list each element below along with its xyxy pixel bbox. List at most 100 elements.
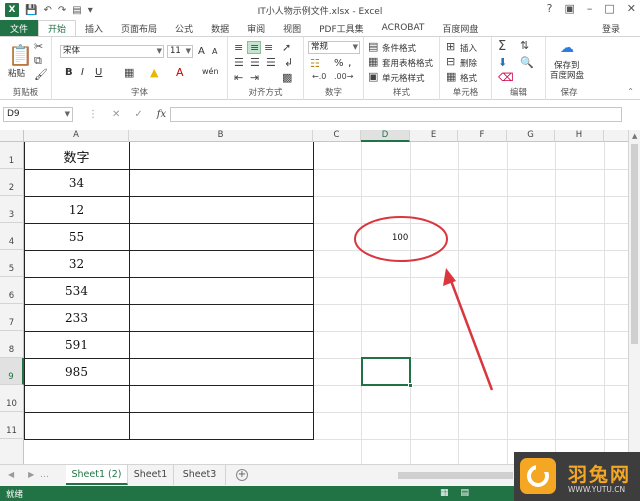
row-header-4[interactable]: 4 [0,223,24,250]
row-header-11[interactable]: 11 [0,412,24,439]
italic-button[interactable]: I [81,67,84,78]
conditional-format-button[interactable]: 条件格式 [382,42,416,54]
row-header-8[interactable]: 8 [0,331,24,358]
fill-icon[interactable]: ⬇ [498,56,507,69]
minimize-icon[interactable]: – [587,2,593,15]
sheet-tab-sheet3[interactable]: Sheet3 [174,465,226,485]
tab-file[interactable]: 文件 [0,20,38,36]
row-header-12[interactable] [0,439,24,464]
tab-pdf-tools[interactable]: PDF工具集 [310,20,373,36]
wrap-text-icon[interactable]: ↲ [284,56,293,69]
percent-button[interactable]: % [334,58,344,69]
hscroll-thumb[interactable] [398,472,513,479]
phonetic-button[interactable]: wén [202,67,219,76]
close-icon[interactable]: ✕ [627,2,636,15]
prev-sheet-icon[interactable]: ◀ [8,470,14,479]
undo-icon[interactable]: ↶ [43,5,51,16]
add-sheet-button[interactable]: + [236,469,248,481]
cancel-icon[interactable]: ✕ [112,109,120,120]
autosum-icon[interactable]: Σ [498,39,506,54]
row-header-10[interactable]: 10 [0,385,24,412]
save-icon[interactable]: 💾 [25,5,37,16]
increase-indent-icon[interactable]: ⇥ [250,71,259,84]
help-icon[interactable]: ? [547,2,553,15]
number-format-select[interactable]: 常规 ▼ [308,41,360,54]
formula-input[interactable] [170,107,622,122]
cell-styles-button[interactable]: 单元格样式 [382,72,425,84]
cell-a4[interactable]: 55 [24,230,129,244]
tab-data[interactable]: 数据 [202,20,238,36]
align-center-icon[interactable]: ☰ [250,56,260,69]
font-color-button[interactable]: A [176,66,184,79]
scroll-up-icon[interactable]: ▲ [632,132,637,140]
align-top-icon[interactable]: ≡ [234,41,243,54]
font-name-select[interactable]: 宋体 ▼ [60,45,164,58]
tab-view[interactable]: 视图 [274,20,310,36]
copy-icon[interactable]: ⧉ [34,54,42,68]
format-cells-button[interactable]: 格式 [460,72,477,84]
row-header-2[interactable]: 2 [0,169,24,196]
customize-qat-icon[interactable]: ▾ [88,5,93,16]
collapse-ribbon-icon[interactable]: ⌃ [627,87,634,96]
paste-label[interactable]: 粘贴 [8,67,25,79]
cell-a1[interactable]: 数字 [24,147,129,166]
cell-d4[interactable]: 100 [392,233,408,243]
cut-icon[interactable]: ✂ [34,40,43,53]
select-all-corner[interactable] [0,130,24,142]
row-header-7[interactable]: 7 [0,304,24,331]
merge-center-icon[interactable]: ▩ [282,71,292,84]
fill-handle[interactable] [408,383,413,388]
col-header-h[interactable]: H [555,130,604,142]
cell-a6[interactable]: 534 [24,284,129,298]
comma-button[interactable]: , [348,56,352,69]
tab-insert[interactable]: 插入 [76,20,112,36]
row-header-6[interactable]: 6 [0,277,24,304]
cell-a9[interactable]: 985 [24,365,129,379]
paste-icon[interactable]: 📋 [8,43,33,67]
clear-icon[interactable]: ⌫ [498,71,514,84]
col-header-g[interactable]: G [507,130,555,142]
format-as-table-button[interactable]: 套用表格格式 [382,57,433,69]
shrink-font-button[interactable]: A [212,47,217,56]
cell-a5[interactable]: 32 [24,257,129,271]
borders-icon[interactable]: ▦ [124,66,134,79]
row-header-1[interactable]: 1 [0,142,24,169]
col-header-c[interactable]: C [313,130,361,142]
tab-formulas[interactable]: 公式 [166,20,202,36]
sort-filter-icon[interactable]: ⇅ [520,39,529,52]
sheet-tab-sheet1-2[interactable]: Sheet1 (2) [66,465,128,485]
cell-a2[interactable]: 34 [24,176,129,190]
col-header-e[interactable]: E [410,130,458,142]
scroll-thumb[interactable] [631,144,638,344]
col-header-b[interactable]: B [129,130,313,142]
underline-button[interactable]: U [95,67,102,78]
cell-a7[interactable]: 233 [24,311,129,325]
login-link[interactable]: 登录 [602,22,620,35]
insert-cells-button[interactable]: 插入 [460,42,477,54]
name-box[interactable]: D9 ▼ [3,107,73,122]
decrease-indent-icon[interactable]: ⇤ [234,71,243,84]
enter-icon[interactable]: ✓ [134,109,142,120]
baidu-cloud-icon[interactable]: ☁ [560,40,574,56]
find-select-icon[interactable]: 🔍 [520,56,534,69]
tab-home[interactable]: 开始 [38,20,77,36]
insert-function-button[interactable]: fx [157,109,166,120]
sheet-tab-sheet1[interactable]: Sheet1 [128,465,174,485]
redo-icon[interactable]: ↷ [58,5,66,16]
format-painter-icon[interactable]: 🖌 [34,68,48,81]
cell-a3[interactable]: 12 [24,203,129,217]
more-sheets-icon[interactable]: … [40,470,49,480]
vertical-scrollbar[interactable]: ▲ ▼ [628,130,640,464]
ribbon-display-icon[interactable]: ▣ [564,2,574,15]
col-header-d[interactable]: D [361,130,410,142]
font-size-select[interactable]: 11 ▼ [167,45,193,58]
row-header-9[interactable]: 9 [0,358,24,385]
bold-button[interactable]: B [65,67,73,78]
delete-cells-button[interactable]: 删除 [460,57,477,69]
active-cell-d9[interactable] [361,357,413,388]
tab-page-layout[interactable]: 页面布局 [112,20,166,36]
col-header-a[interactable]: A [24,130,129,142]
align-right-icon[interactable]: ☰ [266,56,276,69]
print-preview-icon[interactable]: ▤ [72,5,81,16]
grow-font-button[interactable]: A [198,46,205,57]
